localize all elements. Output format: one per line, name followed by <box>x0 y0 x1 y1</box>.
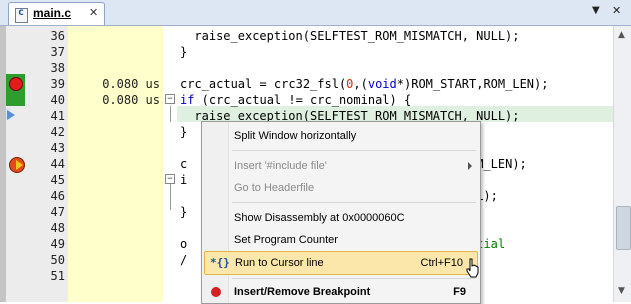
mouse-cursor-icon <box>466 258 479 278</box>
menu-item-label: Show Disassembly at 0x0000060C <box>234 212 405 224</box>
code-text: raise_exception(SELFTEST_ROM_MISMATCH, N… <box>194 29 520 43</box>
line-number: 46 <box>50 189 65 203</box>
code-text: if (crc_actual != crc_nominal) { <box>180 93 412 107</box>
scrollbar-thumb[interactable] <box>616 206 631 250</box>
menu-item-shortcut: F9 <box>453 286 466 298</box>
menu-item-shortcut: Ctrl+F10 <box>420 257 464 269</box>
tab-list-dropdown-icon[interactable]: ▼ <box>592 5 600 16</box>
line-number: 47 <box>50 205 65 219</box>
tab-close-icon[interactable]: ✕ <box>89 6 98 19</box>
menu-item-insert-include[interactable]: Insert '#include file' <box>202 155 480 177</box>
vertical-scrollbar[interactable]: ▲ ▼ <box>613 26 631 302</box>
code-text: / <box>180 253 188 267</box>
menu-item-label: Insert/Remove Breakpoint <box>234 286 371 298</box>
code-line[interactable]: 37} <box>0 44 613 60</box>
line-number: 50 <box>50 253 65 267</box>
scroll-down-icon[interactable]: ▼ <box>618 286 625 296</box>
execution-time: 0.080 us <box>102 93 160 107</box>
fold-line <box>170 106 171 122</box>
code-line[interactable]: 40 0.080 us if (crc_actual != crc_nominal)… <box>0 92 613 108</box>
menu-separator <box>232 278 476 279</box>
tab-main-c[interactable]: main.c ✕ <box>8 2 105 25</box>
menu-item-label: Insert '#include file' <box>234 160 327 172</box>
code-line[interactable]: 36 raise_exception(SELFTEST_ROM_MISMATCH,… <box>0 28 613 44</box>
line-number: 36 <box>50 29 65 43</box>
line-number: 43 <box>50 141 65 155</box>
editor-tab-bar: main.c ✕ ▼ ✕ <box>0 0 631 26</box>
execution-time: 0.080 us <box>102 77 160 91</box>
code-text: crc_actual = crc32_fsl(0,(void*)ROM_STAR… <box>180 77 549 91</box>
code-line[interactable]: 38 <box>0 60 613 76</box>
menu-item-label: Split Window horizontally <box>234 130 357 142</box>
menu-item-label: Set Program Counter <box>234 234 338 246</box>
menu-item-split-window[interactable]: Split Window horizontally <box>202 125 480 147</box>
fold-toggle-icon[interactable]: − <box>165 94 175 104</box>
menu-item-set-program-counter[interactable]: Set Program Counter <box>202 229 480 251</box>
menu-item-run-to-cursor[interactable]: *{} Run to Cursor line Ctrl+F10 <box>204 251 478 275</box>
menu-item-label: Go to Headerfile <box>234 182 315 194</box>
menu-item-go-to-headerfile[interactable]: Go to Headerfile <box>202 177 480 199</box>
code-line[interactable]: 39 0.080 us crc_actual = crc32_fsl(0,(void… <box>0 76 613 92</box>
code-text: } <box>180 45 188 59</box>
line-number: 51 <box>50 269 65 283</box>
scroll-up-icon[interactable]: ▲ <box>618 30 625 40</box>
menu-item-show-disassembly[interactable]: Show Disassembly at 0x0000060C <box>202 207 480 229</box>
c-file-icon <box>15 7 28 23</box>
fold-toggle-icon[interactable]: − <box>165 174 175 184</box>
line-number: 38 <box>50 61 65 75</box>
submenu-arrow-icon <box>468 162 472 170</box>
line-number: 41 <box>50 109 65 123</box>
breakpoint-icon <box>211 287 221 297</box>
code-text: } <box>180 125 188 139</box>
line-number: 37 <box>50 45 65 59</box>
menu-separator <box>232 150 476 151</box>
line-number: 39 <box>50 77 65 91</box>
line-number: 40 <box>50 93 65 107</box>
menu-item-label: Run to Cursor line <box>235 257 324 269</box>
code-text: i <box>180 173 188 187</box>
context-menu: Split Window horizontally Insert '#inclu… <box>201 121 481 304</box>
code-text: } <box>180 205 188 219</box>
line-number: 48 <box>50 221 65 235</box>
line-number: 49 <box>50 237 65 251</box>
close-window-icon[interactable]: ✕ <box>612 4 621 17</box>
tab-title: main.c <box>33 6 72 20</box>
run-to-cursor-icon: *{} <box>210 256 230 269</box>
menu-item-toggle-breakpoint[interactable]: Insert/Remove Breakpoint F9 <box>202 281 480 303</box>
line-number: 42 <box>50 125 65 139</box>
line-number: 45 <box>50 173 65 187</box>
menu-separator <box>232 202 476 203</box>
fold-line <box>170 184 171 210</box>
line-number: 44 <box>50 157 65 171</box>
